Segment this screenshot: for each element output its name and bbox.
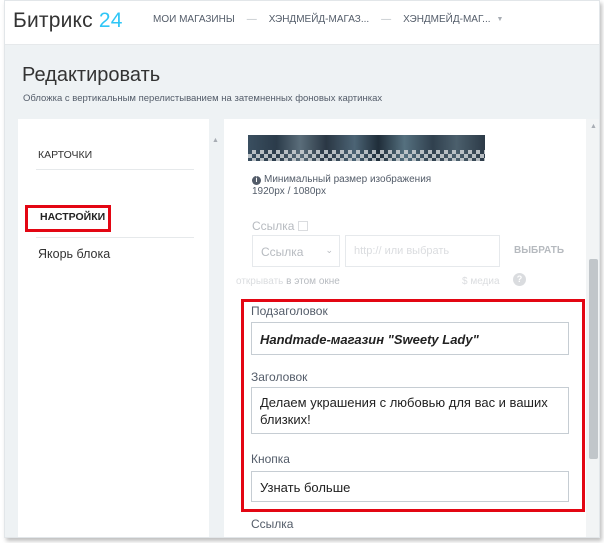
- breadcrumb-separator: —: [246, 14, 257, 25]
- next-link-label: Ссылка: [251, 517, 294, 531]
- help-icon[interactable]: ?: [513, 273, 526, 286]
- sidebar-scrollbar[interactable]: ▲: [209, 119, 223, 537]
- highlight-frame-settings: [25, 205, 111, 232]
- link-type-select[interactable]: Ссылка ⌄: [252, 235, 340, 267]
- breadcrumb: МОИ МАГАЗИНЫ — ХЭНДМЕЙД-МАГАЗ... — ХЭНДМ…: [153, 14, 503, 25]
- highlight-frame-fields: [241, 299, 585, 512]
- sidebar-item-cards[interactable]: КАРТОЧКИ: [38, 149, 92, 161]
- divider: [36, 237, 194, 238]
- chevron-down-icon: ⌄: [325, 245, 333, 255]
- choose-button[interactable]: ВЫБРАТЬ: [514, 245, 564, 256]
- breadcrumb-item[interactable]: ХЭНДМЕЙД-МАГ...: [403, 14, 490, 25]
- app-window: Битрикс 24 МОИ МАГАЗИНЫ — ХЭНДМЕЙД-МАГАЗ…: [4, 0, 600, 538]
- sidebar-item-anchor[interactable]: Якорь блока: [38, 247, 110, 261]
- logo-text: Битрикс: [13, 9, 93, 32]
- scroll-up-icon[interactable]: ▲: [590, 123, 597, 130]
- logo-number: 24: [98, 9, 123, 32]
- scroll-up-icon[interactable]: ▲: [212, 137, 219, 144]
- link-checkbox[interactable]: [298, 221, 309, 231]
- open-target-prefix: открывать: [236, 276, 284, 287]
- breadcrumb-separator: —: [381, 14, 392, 25]
- link-label: Ссылка: [252, 219, 309, 233]
- media-label: $ медиа: [462, 276, 500, 287]
- info-icon: i: [252, 176, 261, 185]
- image-note-line2: 1920px / 1080px: [252, 186, 326, 197]
- link-type-value: Ссылка: [261, 245, 304, 259]
- panel-scrollbar[interactable]: ▲: [586, 119, 599, 537]
- settings-panel: i Минимальный размер изображения 1920px /…: [224, 119, 599, 537]
- sidebar: КАРТОЧКИ НАСТРОЙКИ Якорь блока: [18, 119, 209, 537]
- page-title: Редактировать: [22, 64, 161, 86]
- page-subtitle: Обложка с вертикальным перелистыванием н…: [23, 93, 383, 104]
- image-size-note: i Минимальный размер изображения 1920px /…: [252, 174, 431, 198]
- link-url-placeholder: http:// или выбрать: [354, 245, 450, 257]
- link-url-input[interactable]: http:// или выбрать: [345, 235, 500, 267]
- open-target-label[interactable]: открывать в этом окне: [236, 276, 340, 287]
- page-header: Редактировать Обложка с вертикальным пер…: [5, 46, 599, 118]
- image-transparency-pattern: [248, 150, 485, 161]
- link-label-text: Ссылка: [252, 219, 295, 233]
- image-note-line1: Минимальный размер изображения: [264, 174, 432, 185]
- scrollbar-thumb[interactable]: [589, 259, 598, 459]
- chevron-down-icon[interactable]: ▼: [497, 16, 504, 23]
- breadcrumb-item[interactable]: МОИ МАГАЗИНЫ: [153, 14, 235, 25]
- logo[interactable]: Битрикс 24: [13, 9, 123, 33]
- divider: [36, 169, 194, 170]
- breadcrumb-item[interactable]: ХЭНДМЕЙД-МАГАЗ...: [269, 14, 369, 25]
- open-target-value: в этом окне: [286, 276, 340, 287]
- top-bar: Битрикс 24 МОИ МАГАЗИНЫ — ХЭНДМЕЙД-МАГАЗ…: [5, 1, 599, 45]
